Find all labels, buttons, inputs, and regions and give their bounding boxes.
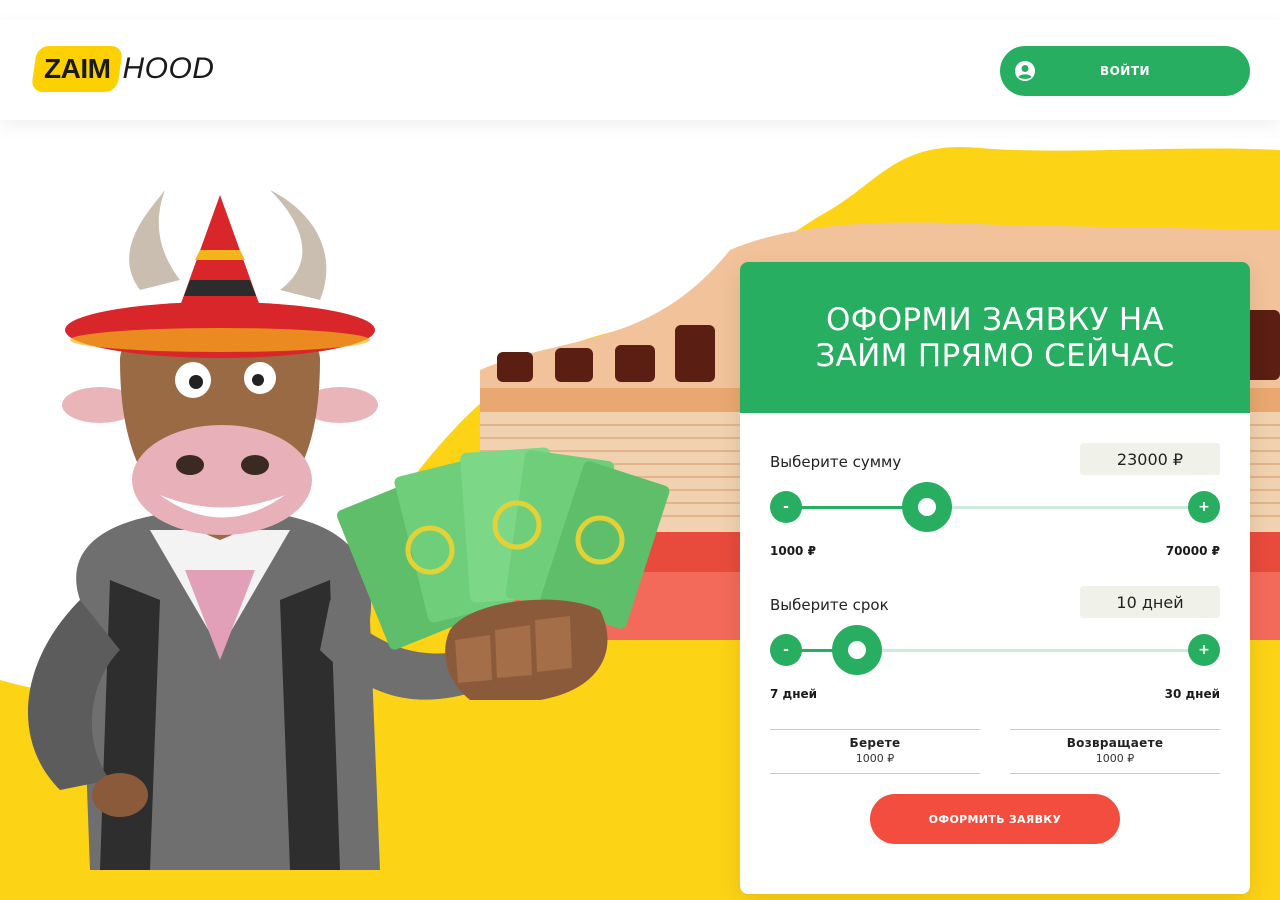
user-icon — [1015, 61, 1035, 81]
borrow-summary: Берете 1000 ₽ — [770, 729, 980, 774]
logo-badge: ZAIM — [30, 46, 124, 92]
repay-title: Возвращаете — [1066, 736, 1164, 750]
borrow-title: Берете — [849, 736, 901, 750]
form-header: ОФОРМИ ЗАЯВКУ НА ЗАЙМ ПРЯМО СЕЙЧАС — [740, 262, 1250, 413]
login-button[interactable]: ВОЙТИ — [1000, 46, 1250, 96]
login-button-label: ВОЙТИ — [1099, 64, 1151, 78]
term-min-label: 7 дней — [770, 687, 818, 701]
submit-button-label: ОФОРМИТЬ ЗАЯВКУ — [928, 812, 1062, 826]
amount-decrease-button[interactable]: - — [770, 491, 802, 523]
submit-application-button[interactable]: ОФОРМИТЬ ЗАЯВКУ — [870, 794, 1120, 844]
term-max-label: 30 дней — [1164, 687, 1220, 701]
site-logo[interactable]: ZAIM HOOD — [30, 41, 215, 97]
amount-slider-thumb[interactable] — [901, 482, 952, 532]
borrow-value: 1000 ₽ — [855, 752, 895, 765]
term-slider-thumb[interactable] — [831, 625, 882, 675]
form-title: ОФОРМИ ЗАЯВКУ НА ЗАЙМ ПРЯМО СЕЙЧАС — [815, 301, 1175, 374]
amount-min-label: 1000 ₽ — [770, 544, 816, 558]
repay-summary: Возвращаете 1000 ₽ — [1010, 729, 1220, 774]
site-header: ZAIM HOOD ВОЙТИ — [0, 20, 1280, 120]
term-label: Выберите срок — [770, 596, 889, 614]
amount-slider-block: Выберите сумму 23000 ₽ - + 1000 ₽ 70000 … — [770, 443, 1220, 563]
term-decrease-button[interactable]: - — [770, 634, 802, 666]
loan-application-form: ОФОРМИ ЗАЯВКУ НА ЗАЙМ ПРЯМО СЕЙЧАС Выбер… — [740, 262, 1250, 894]
term-slider-block: Выберите срок 10 дней - + 7 дней 30 дней — [770, 586, 1220, 706]
amount-label: Выберите сумму — [770, 453, 902, 471]
amount-max-label: 70000 ₽ — [1165, 544, 1220, 558]
logo-text-zaim: ZAIM — [44, 53, 111, 84]
amount-increase-button[interactable]: + — [1188, 491, 1220, 523]
amount-value-field[interactable]: 23000 ₽ — [1080, 443, 1220, 475]
repay-value: 1000 ₽ — [1095, 752, 1135, 765]
logo-text-hood: HOOD — [122, 52, 215, 85]
page: ZAIM HOOD ВОЙТИ ОФОРМИ ЗАЯВКУ НА ЗАЙМ ПР… — [0, 0, 1280, 900]
term-value-field[interactable]: 10 дней — [1080, 586, 1220, 618]
bull-mascot-illustration — [27, 190, 670, 870]
term-increase-button[interactable]: + — [1188, 634, 1220, 666]
